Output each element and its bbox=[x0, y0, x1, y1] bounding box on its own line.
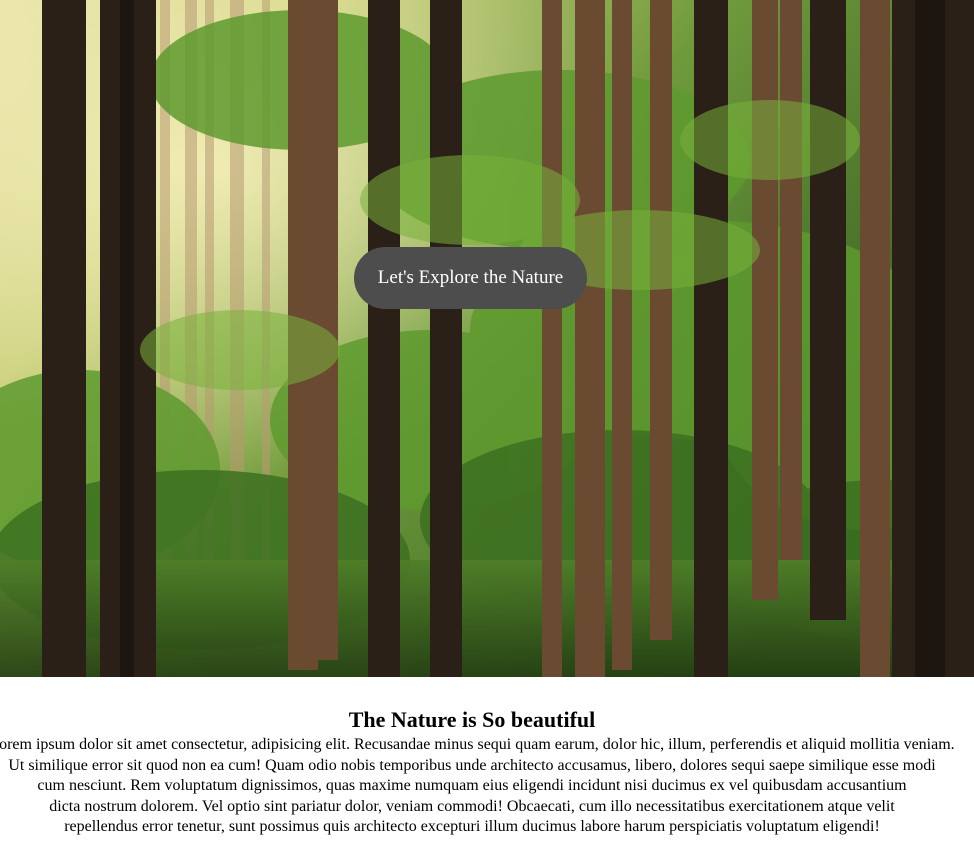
article-body-line: Ut similique error sit quod non ea cum! … bbox=[8, 756, 936, 774]
hero-banner: Let's Explore the Nature bbox=[0, 0, 974, 677]
article-body-line: cum nesciunt. Rem voluptatum dignissimos… bbox=[37, 777, 907, 794]
explore-nature-button[interactable]: Let's Explore the Nature bbox=[354, 247, 587, 309]
article-section: The Nature is So beautiful Lorem ipsum d… bbox=[0, 705, 972, 838]
article-body: Lorem ipsum dolor sit amet consectetur, … bbox=[0, 735, 972, 838]
article-body-line: Lorem ipsum dolor sit amet consectetur, … bbox=[0, 736, 955, 753]
article-body-line: dicta nostrum dolorem. Vel optio sint pa… bbox=[49, 797, 895, 815]
forest-image bbox=[0, 0, 974, 677]
article-title: The Nature is So beautiful bbox=[348, 707, 596, 732]
article-body-line: repellendus error tenetur, sunt possimus… bbox=[64, 818, 880, 835]
